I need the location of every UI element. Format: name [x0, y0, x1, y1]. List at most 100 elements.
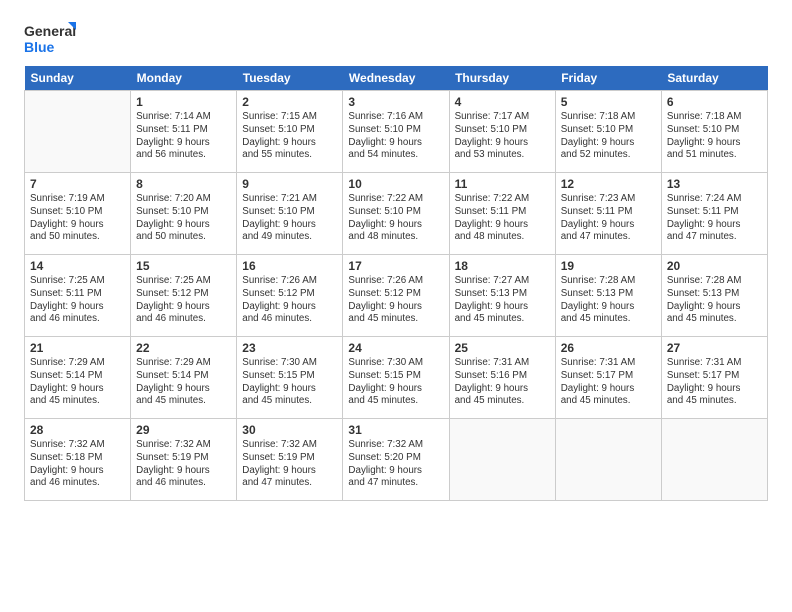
calendar-cell: 19Sunrise: 7:28 AM Sunset: 5:13 PM Dayli…: [555, 255, 661, 337]
cell-info: Sunrise: 7:32 AM Sunset: 5:18 PM Dayligh…: [30, 439, 125, 490]
date-number: 28: [30, 422, 125, 438]
calendar-cell: [25, 91, 131, 173]
calendar-cell: 27Sunrise: 7:31 AM Sunset: 5:17 PM Dayli…: [661, 337, 767, 419]
day-header-friday: Friday: [555, 66, 661, 91]
date-number: 25: [455, 340, 550, 356]
cell-info: Sunrise: 7:27 AM Sunset: 5:13 PM Dayligh…: [455, 275, 550, 326]
week-row-4: 21Sunrise: 7:29 AM Sunset: 5:14 PM Dayli…: [25, 337, 768, 419]
logo: General Blue: [24, 20, 76, 58]
cell-info: Sunrise: 7:25 AM Sunset: 5:11 PM Dayligh…: [30, 275, 125, 326]
week-row-3: 14Sunrise: 7:25 AM Sunset: 5:11 PM Dayli…: [25, 255, 768, 337]
date-number: 4: [455, 94, 550, 110]
date-number: 6: [667, 94, 762, 110]
cell-info: Sunrise: 7:20 AM Sunset: 5:10 PM Dayligh…: [136, 193, 231, 244]
calendar-table: SundayMondayTuesdayWednesdayThursdayFrid…: [24, 66, 768, 501]
date-number: 12: [561, 176, 656, 192]
calendar-cell: 25Sunrise: 7:31 AM Sunset: 5:16 PM Dayli…: [449, 337, 555, 419]
date-number: 17: [348, 258, 443, 274]
calendar-cell: 5Sunrise: 7:18 AM Sunset: 5:10 PM Daylig…: [555, 91, 661, 173]
calendar-cell: 1Sunrise: 7:14 AM Sunset: 5:11 PM Daylig…: [131, 91, 237, 173]
date-number: 24: [348, 340, 443, 356]
day-header-saturday: Saturday: [661, 66, 767, 91]
cell-info: Sunrise: 7:31 AM Sunset: 5:16 PM Dayligh…: [455, 357, 550, 408]
date-number: 7: [30, 176, 125, 192]
week-row-1: 1Sunrise: 7:14 AM Sunset: 5:11 PM Daylig…: [25, 91, 768, 173]
cell-info: Sunrise: 7:31 AM Sunset: 5:17 PM Dayligh…: [667, 357, 762, 408]
calendar-cell: 17Sunrise: 7:26 AM Sunset: 5:12 PM Dayli…: [343, 255, 449, 337]
cell-info: Sunrise: 7:30 AM Sunset: 5:15 PM Dayligh…: [242, 357, 337, 408]
date-number: 8: [136, 176, 231, 192]
date-number: 30: [242, 422, 337, 438]
calendar-cell: 24Sunrise: 7:30 AM Sunset: 5:15 PM Dayli…: [343, 337, 449, 419]
cell-info: Sunrise: 7:32 AM Sunset: 5:19 PM Dayligh…: [136, 439, 231, 490]
day-header-sunday: Sunday: [25, 66, 131, 91]
calendar-cell: [661, 419, 767, 501]
cell-info: Sunrise: 7:30 AM Sunset: 5:15 PM Dayligh…: [348, 357, 443, 408]
cell-info: Sunrise: 7:16 AM Sunset: 5:10 PM Dayligh…: [348, 111, 443, 162]
day-header-monday: Monday: [131, 66, 237, 91]
calendar-cell: 3Sunrise: 7:16 AM Sunset: 5:10 PM Daylig…: [343, 91, 449, 173]
calendar-cell: 4Sunrise: 7:17 AM Sunset: 5:10 PM Daylig…: [449, 91, 555, 173]
cell-info: Sunrise: 7:28 AM Sunset: 5:13 PM Dayligh…: [561, 275, 656, 326]
calendar-cell: 18Sunrise: 7:27 AM Sunset: 5:13 PM Dayli…: [449, 255, 555, 337]
calendar-cell: 9Sunrise: 7:21 AM Sunset: 5:10 PM Daylig…: [237, 173, 343, 255]
cell-info: Sunrise: 7:19 AM Sunset: 5:10 PM Dayligh…: [30, 193, 125, 244]
calendar-cell: 23Sunrise: 7:30 AM Sunset: 5:15 PM Dayli…: [237, 337, 343, 419]
svg-text:Blue: Blue: [24, 39, 55, 55]
page: General Blue SundayMondayTuesdayWednesda…: [0, 0, 792, 612]
date-number: 22: [136, 340, 231, 356]
cell-info: Sunrise: 7:14 AM Sunset: 5:11 PM Dayligh…: [136, 111, 231, 162]
logo-svg: General Blue: [24, 20, 76, 58]
cell-info: Sunrise: 7:25 AM Sunset: 5:12 PM Dayligh…: [136, 275, 231, 326]
calendar-cell: 21Sunrise: 7:29 AM Sunset: 5:14 PM Dayli…: [25, 337, 131, 419]
calendar-cell: 11Sunrise: 7:22 AM Sunset: 5:11 PM Dayli…: [449, 173, 555, 255]
date-number: 13: [667, 176, 762, 192]
calendar-cell: 29Sunrise: 7:32 AM Sunset: 5:19 PM Dayli…: [131, 419, 237, 501]
calendar-cell: 22Sunrise: 7:29 AM Sunset: 5:14 PM Dayli…: [131, 337, 237, 419]
date-number: 19: [561, 258, 656, 274]
day-header-tuesday: Tuesday: [237, 66, 343, 91]
week-row-2: 7Sunrise: 7:19 AM Sunset: 5:10 PM Daylig…: [25, 173, 768, 255]
cell-info: Sunrise: 7:28 AM Sunset: 5:13 PM Dayligh…: [667, 275, 762, 326]
cell-info: Sunrise: 7:21 AM Sunset: 5:10 PM Dayligh…: [242, 193, 337, 244]
cell-info: Sunrise: 7:29 AM Sunset: 5:14 PM Dayligh…: [136, 357, 231, 408]
date-number: 5: [561, 94, 656, 110]
calendar-cell: 12Sunrise: 7:23 AM Sunset: 5:11 PM Dayli…: [555, 173, 661, 255]
calendar-cell: 8Sunrise: 7:20 AM Sunset: 5:10 PM Daylig…: [131, 173, 237, 255]
date-number: 10: [348, 176, 443, 192]
cell-info: Sunrise: 7:26 AM Sunset: 5:12 PM Dayligh…: [348, 275, 443, 326]
calendar-cell: 31Sunrise: 7:32 AM Sunset: 5:20 PM Dayli…: [343, 419, 449, 501]
calendar-cell: 2Sunrise: 7:15 AM Sunset: 5:10 PM Daylig…: [237, 91, 343, 173]
date-number: 15: [136, 258, 231, 274]
date-number: 9: [242, 176, 337, 192]
calendar-cell: 13Sunrise: 7:24 AM Sunset: 5:11 PM Dayli…: [661, 173, 767, 255]
date-number: 23: [242, 340, 337, 356]
cell-info: Sunrise: 7:22 AM Sunset: 5:11 PM Dayligh…: [455, 193, 550, 244]
date-number: 16: [242, 258, 337, 274]
date-number: 26: [561, 340, 656, 356]
calendar-cell: 30Sunrise: 7:32 AM Sunset: 5:19 PM Dayli…: [237, 419, 343, 501]
calendar-cell: 20Sunrise: 7:28 AM Sunset: 5:13 PM Dayli…: [661, 255, 767, 337]
date-number: 11: [455, 176, 550, 192]
calendar-cell: 28Sunrise: 7:32 AM Sunset: 5:18 PM Dayli…: [25, 419, 131, 501]
date-number: 29: [136, 422, 231, 438]
day-header-thursday: Thursday: [449, 66, 555, 91]
cell-info: Sunrise: 7:18 AM Sunset: 5:10 PM Dayligh…: [667, 111, 762, 162]
date-number: 3: [348, 94, 443, 110]
date-number: 2: [242, 94, 337, 110]
date-number: 21: [30, 340, 125, 356]
calendar-cell: [449, 419, 555, 501]
date-number: 20: [667, 258, 762, 274]
day-header-wednesday: Wednesday: [343, 66, 449, 91]
cell-info: Sunrise: 7:29 AM Sunset: 5:14 PM Dayligh…: [30, 357, 125, 408]
date-number: 31: [348, 422, 443, 438]
cell-info: Sunrise: 7:31 AM Sunset: 5:17 PM Dayligh…: [561, 357, 656, 408]
cell-info: Sunrise: 7:32 AM Sunset: 5:19 PM Dayligh…: [242, 439, 337, 490]
date-number: 14: [30, 258, 125, 274]
calendar-cell: [555, 419, 661, 501]
date-number: 18: [455, 258, 550, 274]
date-number: 1: [136, 94, 231, 110]
header: General Blue: [24, 20, 768, 58]
svg-text:General: General: [24, 23, 76, 39]
cell-info: Sunrise: 7:18 AM Sunset: 5:10 PM Dayligh…: [561, 111, 656, 162]
